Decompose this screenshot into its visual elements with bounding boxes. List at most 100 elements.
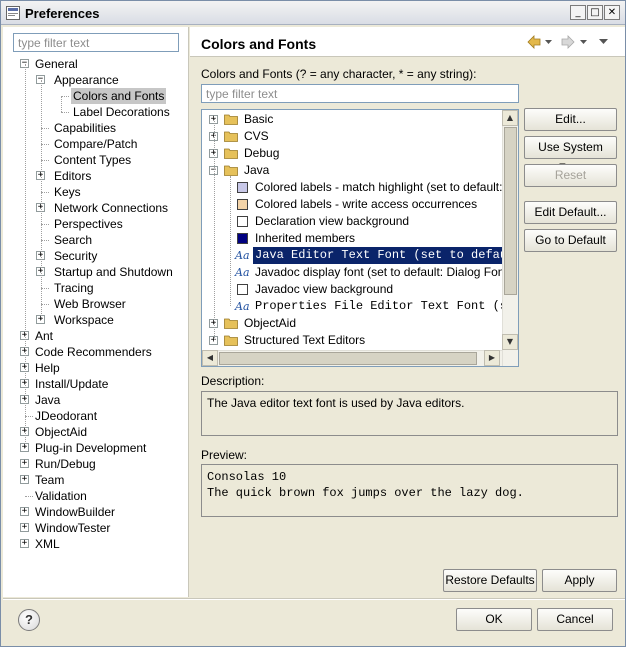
- tree-item-label: Editors: [54, 169, 92, 183]
- tree-item[interactable]: Colors and Fonts: [3, 88, 189, 104]
- cancel-button[interactable]: Cancel: [537, 608, 613, 631]
- tree-item[interactable]: Keys: [3, 184, 189, 200]
- color-item[interactable]: Colored labels - write access occurrence…: [202, 196, 502, 213]
- color-item[interactable]: Javadoc view background: [202, 281, 502, 298]
- color-swatch-icon: [237, 284, 248, 295]
- category-item[interactable]: + Debug: [202, 145, 502, 162]
- tree-item[interactable]: + Code Recommenders: [3, 344, 189, 360]
- expand-icon[interactable]: +: [20, 475, 29, 484]
- tree-connector: [25, 416, 33, 417]
- tree-item[interactable]: Perspectives: [3, 216, 189, 232]
- filter-input[interactable]: [13, 33, 179, 52]
- category-item[interactable]: − Java: [202, 162, 502, 179]
- vertical-scroll-thumb[interactable]: [504, 127, 517, 295]
- scroll-right-button[interactable]: ▶: [484, 350, 500, 366]
- font-item[interactable]: Aa Java Editor Text Font (set to default:: [202, 247, 518, 264]
- tree-item[interactable]: + WindowTester: [3, 520, 189, 536]
- tree-item[interactable]: − Appearance: [3, 72, 189, 88]
- category-label: CVS: [244, 129, 269, 143]
- preferences-window: Preferences _ □ ✕ −General−AppearanceCol…: [0, 0, 626, 647]
- tree-item[interactable]: + Ant: [3, 328, 189, 344]
- edit-default-button[interactable]: Edit Default...: [524, 201, 617, 224]
- vertical-scrollbar[interactable]: ▲ ▼: [502, 110, 518, 366]
- tree-connector: [214, 119, 215, 340]
- maximize-button[interactable]: □: [587, 5, 603, 20]
- horizontal-scrollbar[interactable]: ◀ ▶: [202, 350, 502, 366]
- tree-item[interactable]: Search: [3, 232, 189, 248]
- close-button[interactable]: ✕: [604, 5, 620, 20]
- category-item[interactable]: + Structured Text Editors: [202, 332, 502, 349]
- horizontal-scroll-thumb[interactable]: [219, 352, 477, 365]
- tree-item[interactable]: + Help: [3, 360, 189, 376]
- forward-dropdown-icon[interactable]: [580, 40, 587, 45]
- tree-item[interactable]: JDeodorant: [3, 408, 189, 424]
- expand-icon[interactable]: +: [20, 459, 29, 468]
- use-system-font-button[interactable]: Use System Font: [524, 136, 617, 175]
- tree-item[interactable]: Validation: [3, 488, 189, 504]
- expand-icon[interactable]: +: [20, 539, 29, 548]
- tree-item-label: Java: [35, 393, 61, 407]
- category-item[interactable]: + ObjectAid: [202, 315, 502, 332]
- tree-item[interactable]: + Install/Update: [3, 376, 189, 392]
- restore-defaults-button[interactable]: Restore Defaults: [443, 569, 537, 592]
- tree-connector: [61, 96, 69, 97]
- tree-item[interactable]: Label Decorations: [3, 104, 189, 120]
- edit-button[interactable]: Edit...: [524, 108, 617, 131]
- font-item-label: Javadoc display font (set to default: Di…: [255, 265, 512, 279]
- tree-item[interactable]: + Run/Debug: [3, 456, 189, 472]
- page-title: Colors and Fonts: [201, 36, 317, 52]
- tree-item[interactable]: Web Browser: [3, 296, 189, 312]
- reset-button[interactable]: Reset: [524, 164, 617, 187]
- back-dropdown-icon[interactable]: [545, 40, 552, 45]
- tree-item[interactable]: + ObjectAid: [3, 424, 189, 440]
- minimize-button[interactable]: _: [570, 5, 586, 20]
- tree-item[interactable]: Content Types: [3, 152, 189, 168]
- scroll-up-button[interactable]: ▲: [502, 110, 518, 126]
- back-arrow-icon[interactable]: [527, 35, 541, 49]
- tree-item-label: Compare/Patch: [54, 137, 138, 151]
- tree-item[interactable]: Tracing: [3, 280, 189, 296]
- tree-item-label: ObjectAid: [35, 425, 88, 439]
- color-item[interactable]: Inherited members: [202, 230, 502, 247]
- tree-item[interactable]: Capabilities: [3, 120, 189, 136]
- tree-item-label: JDeodorant: [35, 409, 98, 423]
- tree-item[interactable]: + XML: [3, 536, 189, 552]
- tree-item[interactable]: + Workspace: [3, 312, 189, 328]
- apply-button[interactable]: Apply: [542, 569, 617, 592]
- tree-item[interactable]: + Startup and Shutdown: [3, 264, 189, 280]
- go-to-default-button[interactable]: Go to Default: [524, 229, 617, 252]
- color-item[interactable]: Colored labels - match highlight (set to…: [202, 179, 516, 196]
- tree-item[interactable]: + Network Connections: [3, 200, 189, 216]
- preview-box: Consolas 10 The quick brown fox jumps ov…: [201, 464, 618, 517]
- color-item-label: Inherited members: [255, 231, 356, 245]
- view-menu-icon[interactable]: [599, 39, 608, 45]
- scroll-down-button[interactable]: ▼: [502, 334, 518, 350]
- tree-item[interactable]: + WindowBuilder: [3, 504, 189, 520]
- expand-icon[interactable]: +: [20, 507, 29, 516]
- expand-icon[interactable]: +: [20, 523, 29, 532]
- tree-item[interactable]: + Team: [3, 472, 189, 488]
- footer-separator: [3, 598, 625, 600]
- tree-item-label: Startup and Shutdown: [54, 265, 173, 279]
- color-item[interactable]: Declaration view background: [202, 213, 502, 230]
- tree-item[interactable]: + Editors: [3, 168, 189, 184]
- help-icon[interactable]: ?: [18, 609, 40, 631]
- category-label: Structured Text Editors: [244, 333, 366, 347]
- category-item[interactable]: + CVS: [202, 128, 502, 145]
- tree-item[interactable]: − General: [3, 56, 189, 72]
- folder-icon: [224, 318, 238, 329]
- font-item[interactable]: Aa Properties File Editor Text Font (set …: [202, 298, 518, 315]
- tree-item[interactable]: + Java: [3, 392, 189, 408]
- colors-and-fonts-tree[interactable]: + Basic + CVS + Debug − Java Colored labels - ma…: [201, 109, 519, 367]
- scroll-left-button[interactable]: ◀: [202, 350, 218, 366]
- tree-item[interactable]: + Plug-in Development: [3, 440, 189, 456]
- tree-connector: [41, 80, 42, 320]
- tree-item[interactable]: + Security: [3, 248, 189, 264]
- ok-button[interactable]: OK: [456, 608, 532, 631]
- colors-filter-input[interactable]: [201, 84, 519, 103]
- tree-item[interactable]: Compare/Patch: [3, 136, 189, 152]
- category-item[interactable]: + Basic: [202, 111, 502, 128]
- folder-icon: [224, 165, 238, 176]
- font-item[interactable]: Aa Javadoc display font (set to default: …: [202, 264, 512, 281]
- forward-arrow-icon[interactable]: [561, 35, 575, 49]
